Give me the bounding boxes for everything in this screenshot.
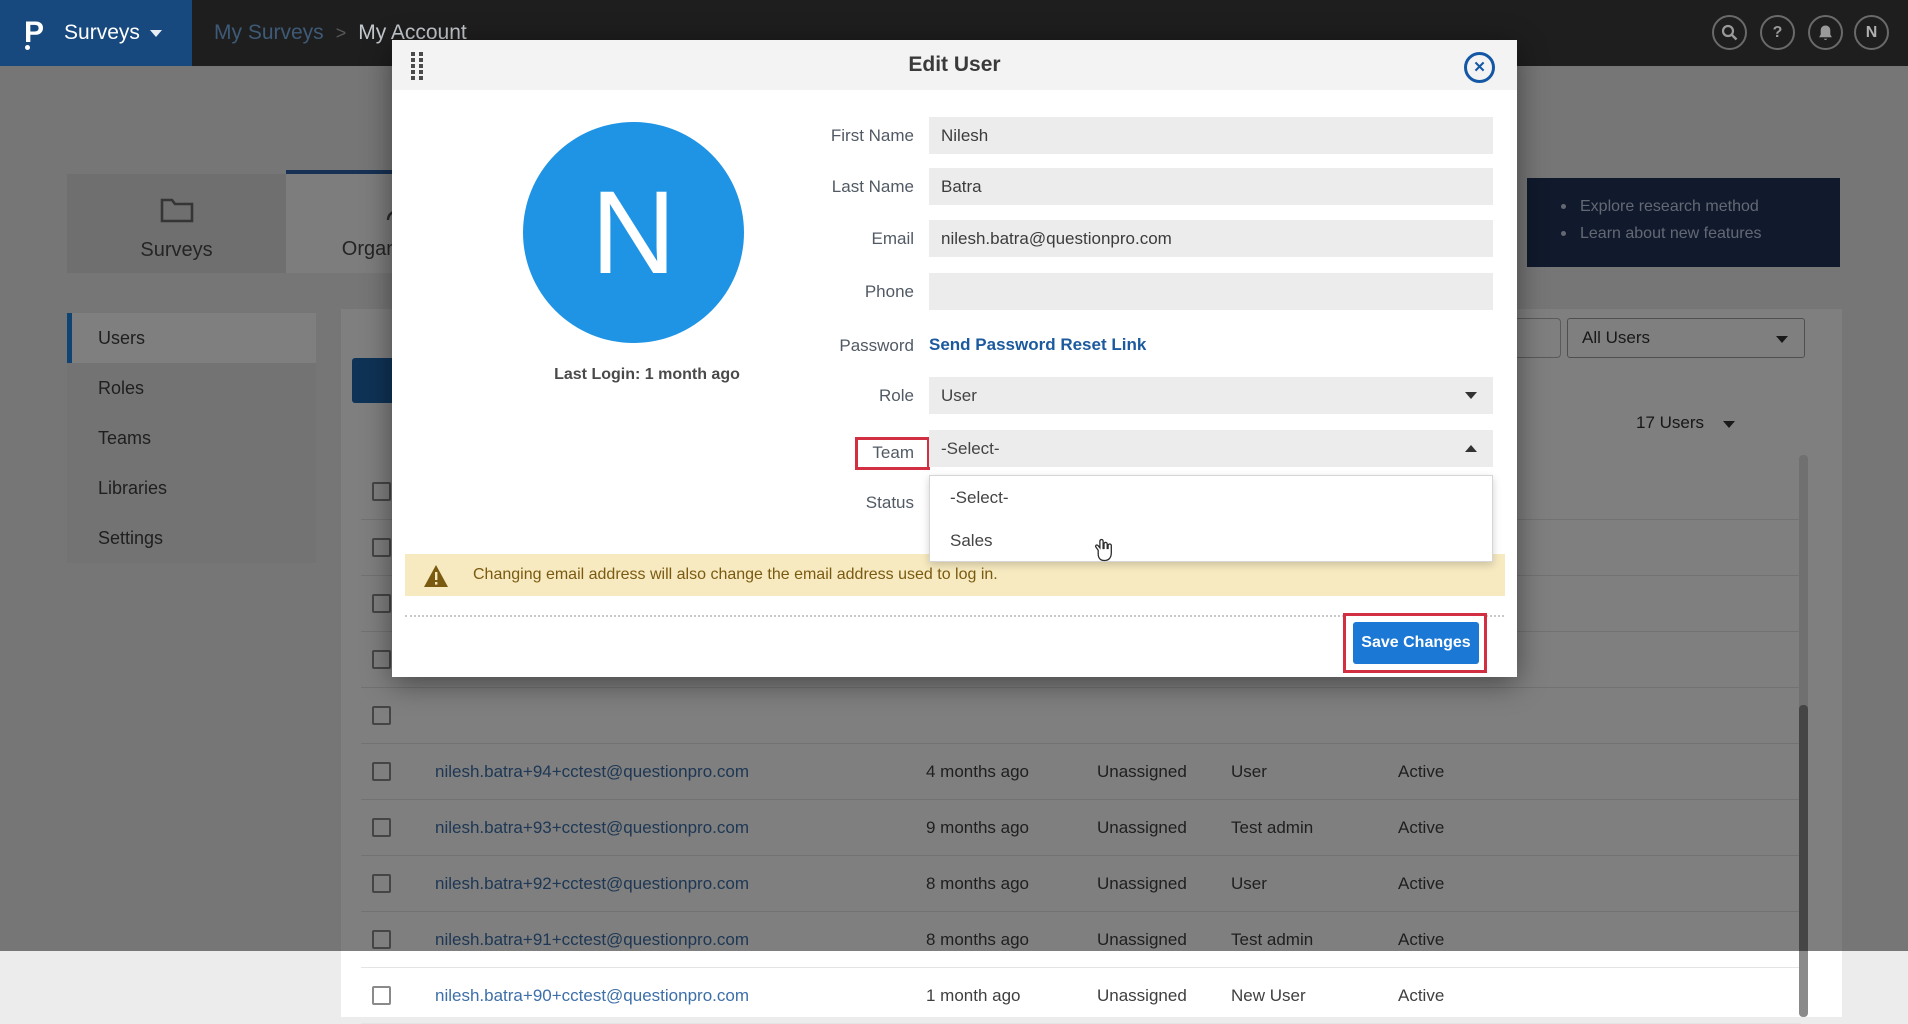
breadcrumb-my-surveys[interactable]: My Surveys <box>214 21 324 45</box>
help-icon[interactable]: ? <box>1760 15 1795 50</box>
role-value: User <box>941 386 977 405</box>
notifications-bell-icon[interactable] <box>1808 15 1843 50</box>
first-name-label: First Name <box>392 126 914 146</box>
team-option-select[interactable]: -Select- <box>930 476 1492 519</box>
breadcrumb-separator: > <box>336 23 347 44</box>
email-input[interactable]: nilesh.batra@questionpro.com <box>929 220 1493 257</box>
last-name-label: Last Name <box>392 177 914 197</box>
first-name-input[interactable]: Nilesh <box>929 117 1493 154</box>
row-checkbox[interactable] <box>372 986 391 1005</box>
user-email-link[interactable]: nilesh.batra+90+cctest@questionpro.com <box>435 968 749 1024</box>
send-password-reset-link[interactable]: Send Password Reset Link <box>929 335 1146 355</box>
help-glyph: ? <box>1773 24 1783 42</box>
role-cell: New User <box>1231 968 1306 1024</box>
chevron-down-icon <box>1465 392 1477 399</box>
team-cell: Unassigned <box>1097 968 1187 1024</box>
phone-label: Phone <box>392 282 914 302</box>
last-login-cell: 1 month ago <box>926 968 1021 1024</box>
team-option-sales[interactable]: Sales <box>930 519 1492 562</box>
status-cell: Active <box>1398 968 1444 1024</box>
role-select[interactable]: User <box>929 377 1493 414</box>
modal-header: Edit User ✕ <box>392 40 1517 90</box>
user-avatar[interactable]: N <box>1854 15 1889 50</box>
table-row: nilesh.batra+90+cctest@questionpro.com 1… <box>361 968 1801 1024</box>
product-menu-label: Surveys <box>64 21 140 45</box>
chevron-down-icon <box>150 30 162 37</box>
role-label: Role <box>392 386 914 406</box>
save-changes-button[interactable]: Save Changes <box>1353 622 1479 664</box>
modal-title: Edit User <box>392 40 1517 90</box>
phone-input[interactable] <box>929 273 1493 310</box>
footer-divider <box>405 615 1504 617</box>
warning-text: Changing email address will also change … <box>473 566 998 583</box>
edit-user-modal: Edit User ✕ N Last Login: 1 month ago Fi… <box>392 40 1517 677</box>
warning-triangle-icon <box>423 563 449 605</box>
team-dropdown-panel: -Select- Sales <box>929 475 1493 562</box>
search-icon[interactable] <box>1712 15 1747 50</box>
drag-handle-icon[interactable] <box>410 51 424 85</box>
status-label: Status <box>392 493 914 513</box>
team-select[interactable]: -Select- <box>929 430 1493 467</box>
questionpro-logo-icon: P <box>24 18 44 48</box>
team-label: Team <box>392 443 914 463</box>
chevron-up-icon <box>1465 445 1477 452</box>
mouse-cursor <box>1092 537 1116 570</box>
password-label: Password <box>392 336 914 356</box>
avatar-initial: N <box>1866 24 1878 42</box>
last-login-text: Last Login: 1 month ago <box>447 366 847 384</box>
close-icon[interactable]: ✕ <box>1464 52 1495 83</box>
product-switcher[interactable]: P Surveys <box>0 0 192 66</box>
last-name-input[interactable]: Batra <box>929 168 1493 205</box>
team-value: -Select- <box>941 439 1000 458</box>
email-label: Email <box>392 229 914 249</box>
